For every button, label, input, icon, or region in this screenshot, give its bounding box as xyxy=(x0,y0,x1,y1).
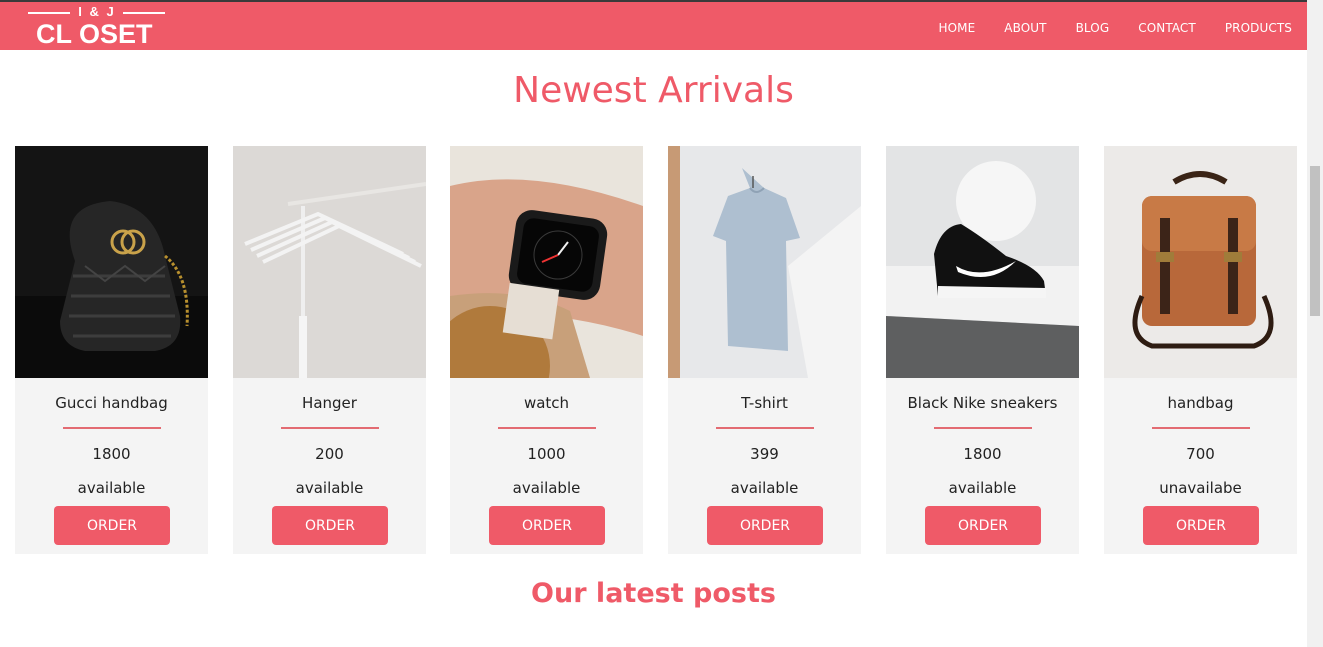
divider xyxy=(281,427,379,429)
logo-top-text: I & J xyxy=(78,4,116,19)
divider xyxy=(498,427,596,429)
product-name: Gucci handbag xyxy=(55,394,168,412)
divider xyxy=(934,427,1032,429)
nav-about[interactable]: ABOUT xyxy=(1004,21,1046,35)
product-price: 1800 xyxy=(963,445,1002,463)
order-button[interactable]: ORDER xyxy=(272,506,388,545)
sneakers-image xyxy=(886,146,1079,378)
product-name: T-shirt xyxy=(741,394,788,412)
nav-products[interactable]: PRODUCTS xyxy=(1225,21,1292,35)
backpack-image xyxy=(1104,146,1297,378)
page-scrollbar[interactable] xyxy=(1307,0,1323,647)
product-status: available xyxy=(77,479,146,497)
header-bar: I & J CL OSET HOME ABOUT BLOG CONTACT PR… xyxy=(0,0,1307,50)
order-button[interactable]: ORDER xyxy=(925,506,1041,545)
scrollbar-thumb[interactable] xyxy=(1310,166,1320,316)
product-price: 399 xyxy=(750,445,779,463)
product-price: 1800 xyxy=(92,445,131,463)
nav-contact[interactable]: CONTACT xyxy=(1138,21,1196,35)
watch-image xyxy=(450,146,643,378)
site-logo[interactable]: I & J CL OSET xyxy=(28,4,168,50)
product-status: unavailabe xyxy=(1159,479,1242,497)
order-button[interactable]: ORDER xyxy=(1143,506,1259,545)
divider xyxy=(1152,427,1250,429)
product-status: available xyxy=(730,479,799,497)
hanger-image xyxy=(233,146,426,378)
product-status: available xyxy=(295,479,364,497)
newest-arrivals-title: Newest Arrivals xyxy=(513,70,794,111)
order-button[interactable]: ORDER xyxy=(54,506,170,545)
product-price: 1000 xyxy=(527,445,566,463)
product-status: available xyxy=(948,479,1017,497)
order-button[interactable]: ORDER xyxy=(489,506,605,545)
product-card: Gucci handbag 1800 available ORDER xyxy=(15,146,208,554)
product-name: handbag xyxy=(1167,394,1234,412)
product-card: watch 1000 available ORDER xyxy=(450,146,643,554)
product-card: Hanger 200 available ORDER xyxy=(233,146,426,554)
product-price: 200 xyxy=(315,445,344,463)
gucci-handbag-image xyxy=(15,146,208,378)
product-name: watch xyxy=(523,394,570,412)
product-card: handbag 700 unavailabe ORDER xyxy=(1104,146,1297,554)
t-shirt-image xyxy=(668,146,861,378)
order-button[interactable]: ORDER xyxy=(707,506,823,545)
divider xyxy=(63,427,161,429)
product-card: T-shirt 399 available ORDER xyxy=(668,146,861,554)
main-nav: HOME ABOUT BLOG CONTACT PRODUCTS xyxy=(909,21,1292,35)
product-grid: Gucci handbag 1800 available ORDER Hange… xyxy=(15,146,1299,554)
nav-blog[interactable]: BLOG xyxy=(1076,21,1110,35)
product-name: Hanger xyxy=(302,394,357,412)
logo-main-text: CL OSET xyxy=(36,19,153,49)
product-name: Black Nike sneakers xyxy=(907,394,1058,412)
logo-line-right xyxy=(123,12,165,14)
product-status: available xyxy=(512,479,581,497)
latest-posts-title: Our latest posts xyxy=(531,578,776,609)
product-card: Black Nike sneakers 1800 available ORDER xyxy=(886,146,1079,554)
product-price: 700 xyxy=(1186,445,1215,463)
nav-home[interactable]: HOME xyxy=(938,21,975,35)
divider xyxy=(716,427,814,429)
logo-line-left xyxy=(28,12,70,14)
